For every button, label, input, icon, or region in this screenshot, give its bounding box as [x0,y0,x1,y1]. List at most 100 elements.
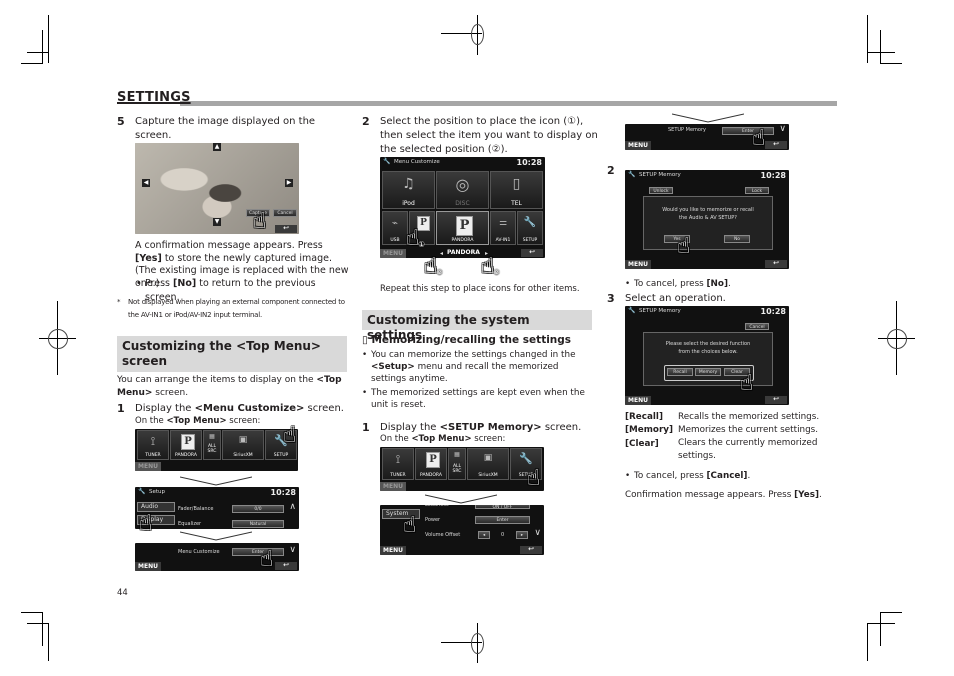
menu-button[interactable]: MENU [625,141,651,150]
memory-bullet-1: You can memorize the settings changed in… [362,349,596,385]
wrench-icon: 🔧 [519,452,533,465]
tile-disc[interactable]: ◎ DISC [436,171,489,209]
system-step-1-number: 1 [362,421,370,434]
repeat-step-note: Repeat this step to place icons for othe… [380,284,580,294]
up-arrow-button[interactable]: ▲ [213,143,221,151]
footnote-mark: * [117,298,121,306]
prev-item-arrow[interactable]: ◂ [440,250,443,257]
definition-desc: Recalls the memorized settings. [678,412,820,422]
wrench-icon: 🔧 [523,217,537,228]
flow-arrow-down [425,494,497,504]
tile-ipod[interactable]: ♫ iPod [382,171,435,209]
no-button[interactable]: No [724,235,750,243]
tile-pandora[interactable]: P PANDORA [415,448,447,480]
crop-mark-br-h1 [880,612,902,613]
back-button[interactable]: ↩ [521,249,543,257]
memory-button[interactable]: Memory [695,368,721,376]
crop-mark-tl-v2 [42,30,43,64]
crop-mark-tl-h1 [27,52,48,53]
step-2-number: 2 [362,115,370,128]
grid-icon: ▦ [454,451,460,458]
left-arrow-button[interactable]: ◀ [142,179,150,187]
back-button[interactable]: ↩ [275,562,297,570]
selected-item-label: PANDORA [447,249,480,256]
step-2-text: Select the position to place the icon (①… [380,116,598,155]
menu-button[interactable]: MENU [135,562,161,571]
recall-button[interactable]: Recall [667,368,693,376]
tile-tel[interactable]: ▯ TEL [490,171,543,209]
disc-icon: ◎ [455,175,470,194]
definition-desc: Clears the currently memorized settings. [678,438,818,461]
cancel-button[interactable]: Cancel [273,209,297,217]
cable-icon: ⚌ [498,218,508,228]
clock: 10:28 [270,488,296,497]
volume-offset-decrease[interactable]: ◂ [478,531,490,539]
tile-siriusxm[interactable]: ▣ SiriusXM [467,448,509,480]
fader-balance-value[interactable]: 0/0 [232,505,284,513]
scroll-down-icon[interactable]: ∨ [534,528,541,538]
tile-siriusxm[interactable]: ▣ SiriusXM [222,430,264,460]
back-button[interactable]: ↩ [520,546,542,554]
radio-icon: ▣ [483,453,493,463]
unlock-button[interactable]: Unlock [649,187,673,194]
crop-mark-bl-h1 [21,612,43,613]
volume-offset-increase[interactable]: ▸ [516,531,528,539]
tile-pandora[interactable]: P PANDORA [170,430,202,460]
menu-button[interactable]: MENU [625,260,651,269]
cancel-button[interactable]: Cancel [745,323,769,330]
definition-desc: Memorizes the current settings. [678,425,819,435]
usb-icon: ⌁ [391,218,399,229]
loudness-value[interactable]: ON / OFF [475,505,530,510]
crop-mark-br-v1 [880,612,881,646]
setup-screen: 🔧 Setup 10:28 Audio Display Fader/Balanc… [135,487,299,529]
tile-setup[interactable]: 🔧 SETUP [517,211,543,245]
tile-tuner[interactable]: ⟟ TUNER [137,430,169,460]
wrench-icon: 🔧 [383,158,391,165]
pointing-hand-icon: ☝ [752,126,766,151]
menu-customize-screen: 🔧 Menu Customize 10:28 ♫ iPod ◎ DISC ▯ TEL … [380,157,545,258]
scroll-down-icon[interactable]: ∨ [779,124,786,134]
setup-memory-confirm-screen: 🔧 SETUP Memory 10:28 Unlock Lock Would y… [625,170,789,269]
topmenu-step-1-text: Display the <Menu Customize> screen. [135,403,344,414]
flow-arrow-down [672,113,744,123]
right-arrow-button[interactable]: ▶ [285,179,293,187]
menu-customize-enter-button[interactable]: Enter [232,548,284,556]
tile-av-in1[interactable]: ⚌ AV-IN1 [490,211,516,245]
menu-button[interactable]: MENU [380,546,406,555]
pandora-icon: P [456,216,473,236]
definition-term: [Clear] [625,439,659,449]
back-button[interactable]: ↩ [275,225,297,233]
tile-tuner[interactable]: ⟟ TUNER [382,448,414,480]
scroll-up-icon[interactable]: ∧ [289,502,296,512]
clock: 10:28 [760,171,786,180]
lock-button[interactable]: Lock [745,187,769,194]
setup-memory-enter-button[interactable]: Enter [722,127,774,135]
capture-screen: ▲ ◀ ▶ ▼ Capture Cancel ↩ ☝ [135,143,299,234]
back-button[interactable]: ↩ [765,260,787,268]
menu-button[interactable]: MENU [625,396,651,405]
topmenu-intro: You can arrange the items to display on … [117,375,342,398]
menu-button[interactable]: MENU [380,482,406,491]
radio-icon: ▣ [238,435,248,445]
menu-button[interactable]: MENU [380,249,406,258]
pointing-hand-icon: ☝ [527,466,541,491]
setup-memory-operation-screen: 🔧 SETUP Memory 10:28 Cancel Please selec… [625,306,789,405]
system-step-1-sub: On the <Top Menu> screen: [380,434,506,444]
section-title: SETTINGS [117,90,191,105]
equalizer-value[interactable]: Natural [232,520,284,528]
scroll-down-icon[interactable]: ∨ [289,545,296,555]
tile-all-src[interactable]: ▦ ALL SRC [448,448,466,480]
tile-usb[interactable]: ⌁ USB [382,211,408,245]
back-button[interactable]: ↩ [765,396,787,404]
tile-pandora-selected[interactable]: P PANDORA [436,211,489,245]
menu-button[interactable]: MENU [135,462,161,471]
power-enter-button[interactable]: Enter [475,516,530,524]
down-arrow-button[interactable]: ▼ [213,218,221,226]
memory-step-3-confirm: Confirmation message appears. Press [Yes… [625,490,822,500]
crop-mark-tl-v1 [48,15,49,63]
tile-all-src[interactable]: ▦ ALL SRC [203,430,221,460]
footnote-line-2: the AV-IN1 or iPod/AV-IN2 input terminal… [128,311,263,319]
back-button[interactable]: ↩ [765,141,787,149]
wrench-icon: 🔧 [628,171,636,178]
topmenu-step-1-number: 1 [117,402,125,415]
